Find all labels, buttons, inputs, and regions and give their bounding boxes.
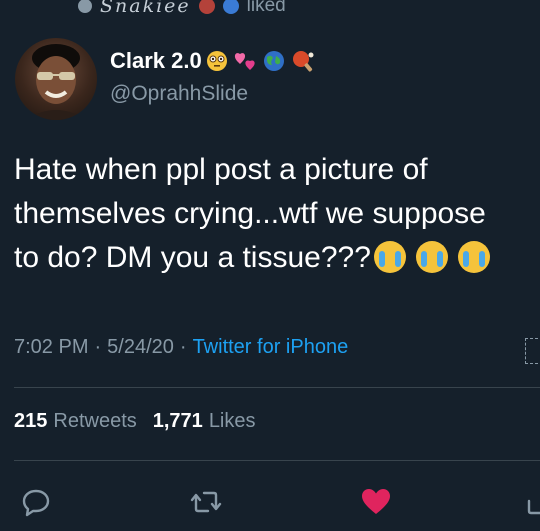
tweet-text: Hate when ppl post a picture of themselv…: [14, 148, 540, 280]
retweets-count[interactable]: 215: [14, 410, 47, 433]
share-button[interactable]: [524, 484, 540, 520]
tweet-text-line: to do? DM you a tissue???: [14, 241, 371, 274]
tweet-source-link[interactable]: Twitter for iPhone: [193, 336, 349, 359]
retweet-button[interactable]: [188, 484, 224, 520]
globe-emoji-icon: [222, 0, 239, 14]
rose-emoji-icon: [198, 0, 215, 14]
author-handle[interactable]: @OprahhSlide: [110, 82, 248, 106]
tweet-stats: 215 Retweets 1,771 Likes: [14, 410, 266, 433]
share-icon: [527, 499, 540, 515]
liked-label: liked: [246, 0, 286, 16]
likes-label[interactable]: Likes: [209, 410, 256, 433]
heart-icon: [78, 0, 92, 13]
avatar-portrait-icon: [25, 44, 87, 120]
author-avatar[interactable]: [15, 38, 97, 120]
tweet-time[interactable]: 7:02 PM: [14, 336, 88, 359]
analytics-icon[interactable]: [525, 338, 538, 364]
divider: [14, 387, 540, 388]
flushed-face-icon: [206, 51, 227, 71]
loudly-crying-face-icon: [415, 241, 448, 273]
reply-icon: [22, 489, 50, 517]
tweet-text-line: themselves crying...wtf we suppose: [14, 197, 486, 230]
tweet-meta: 7:02 PM · 5/24/20 · Twitter for iPhone: [14, 336, 348, 359]
meta-separator: ·: [94, 336, 102, 358]
tweet-date[interactable]: 5/24/20: [107, 336, 174, 359]
author-display-name: Clark 2.0: [110, 48, 202, 73]
divider: [14, 460, 540, 461]
globe-icon: [263, 51, 284, 71]
retweet-icon: [190, 491, 222, 513]
tweet-action-bar: [0, 484, 540, 520]
likes-count[interactable]: 1,771: [153, 410, 203, 433]
loudly-crying-face-icon: [373, 241, 406, 273]
author-name-row[interactable]: Clark 2.0: [110, 48, 316, 74]
liked-by-user-name: Snakiee: [100, 0, 191, 17]
retweets-label[interactable]: Retweets: [53, 410, 136, 433]
meta-separator: ·: [179, 336, 187, 358]
liked-by-banner[interactable]: Snakiee liked: [78, 0, 286, 18]
loudly-crying-face-icon: [457, 241, 490, 273]
tweet-text-line-with-emoji: to do? DM you a tissue???: [14, 236, 540, 280]
like-button[interactable]: [358, 484, 394, 520]
heart-filled-icon: [362, 489, 390, 514]
two-hearts-icon: [234, 53, 255, 70]
reply-button[interactable]: [18, 484, 54, 520]
ping-pong-icon: [292, 51, 314, 72]
tweet-text-line: Hate when ppl post a picture of: [14, 153, 428, 186]
